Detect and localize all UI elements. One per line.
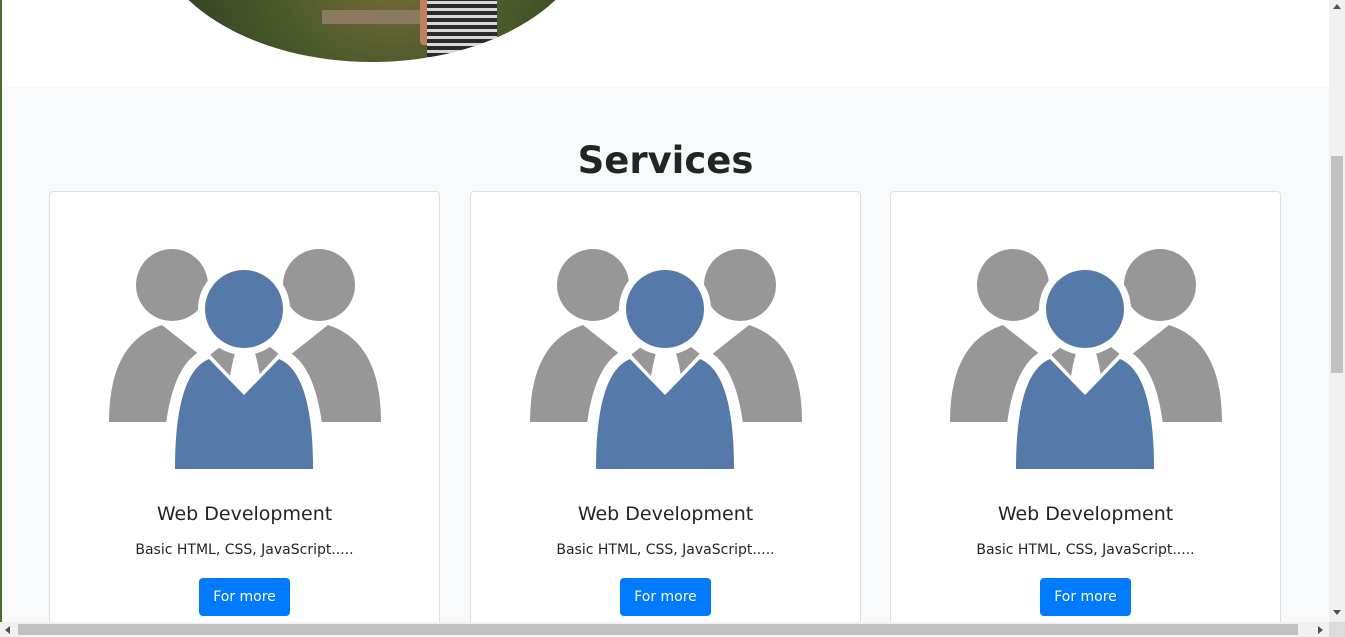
service-card: Web Development Basic HTML, CSS, JavaScr… <box>49 191 440 622</box>
service-card: Web Development Basic HTML, CSS, JavaScr… <box>890 191 1281 622</box>
services-section: Services Web Development Basic HTML, CSS… <box>2 87 1329 622</box>
for-more-button[interactable]: For more <box>199 578 290 616</box>
services-title: Services <box>577 139 754 182</box>
card-text: Basic HTML, CSS, JavaScript..... <box>556 542 775 558</box>
horizontal-scrollbar[interactable] <box>0 622 1329 637</box>
card-title: Web Development <box>997 503 1174 525</box>
card-title: Web Development <box>156 503 333 525</box>
service-card: Web Development Basic HTML, CSS, JavaScr… <box>470 191 861 622</box>
for-more-button[interactable]: For more <box>620 578 711 616</box>
hero-section <box>2 0 1329 87</box>
card-title: Web Development <box>577 503 754 525</box>
card-text: Basic HTML, CSS, JavaScript..... <box>135 542 354 558</box>
profile-photo <box>152 0 592 62</box>
scroll-down-arrow-icon[interactable] <box>1333 610 1341 615</box>
scroll-right-arrow-icon[interactable] <box>1318 626 1323 634</box>
card-text: Basic HTML, CSS, JavaScript..... <box>976 542 1195 558</box>
scroll-up-arrow-icon[interactable] <box>1333 4 1341 9</box>
team-icon <box>528 247 804 477</box>
scrollbar-corner <box>1329 622 1345 637</box>
horizontal-scroll-thumb[interactable] <box>18 624 1298 635</box>
team-icon <box>948 247 1224 477</box>
scroll-left-arrow-icon[interactable] <box>5 626 10 634</box>
team-icon <box>107 247 383 477</box>
vertical-scroll-thumb[interactable] <box>1331 156 1343 373</box>
for-more-button[interactable]: For more <box>1040 578 1131 616</box>
page-viewport: Services Web Development Basic HTML, CSS… <box>0 0 1329 622</box>
vertical-scrollbar[interactable] <box>1329 0 1345 622</box>
